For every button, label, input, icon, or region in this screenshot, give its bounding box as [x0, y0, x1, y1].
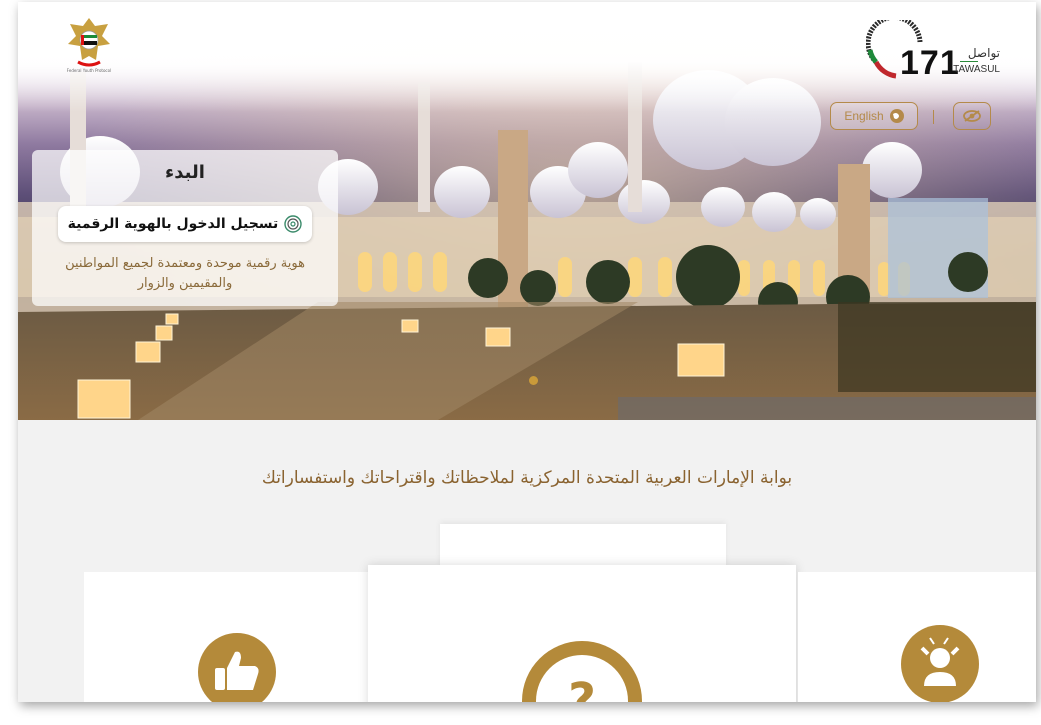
- logo-number: 171: [900, 44, 960, 82]
- uaepass-label: تسجيل الدخول بالهوية الرقمية: [67, 216, 279, 232]
- feedback-card-complaint[interactable]: [798, 572, 1036, 702]
- card-header-tab: [440, 524, 726, 570]
- accessibility-button[interactable]: [953, 102, 991, 130]
- emblem-caption: Federal Youth Protocol: [66, 68, 112, 73]
- header-separator: [933, 110, 934, 124]
- thumbs-up-icon: [198, 633, 276, 702]
- language-button[interactable]: English: [830, 102, 918, 130]
- svg-text:?: ?: [568, 673, 596, 702]
- tawasul-logo[interactable]: 171 تواصل TAWASUL: [866, 20, 1006, 82]
- globe-icon: [889, 109, 904, 123]
- fingerprint-icon: [284, 215, 303, 233]
- portal-headline: بوابة الإمارات العربية المتحدة المركزية …: [261, 468, 793, 488]
- page-frame: Federal Youth Protocol 171 تواصل TAWASUL…: [18, 2, 1036, 702]
- frustrated-person-icon: [901, 625, 979, 702]
- feedback-card-compliment[interactable]: [84, 572, 384, 702]
- start-title: البدء: [165, 162, 205, 183]
- logo-divider: [960, 61, 978, 62]
- carousel-dot[interactable]: [529, 376, 538, 385]
- feedback-card-inquiry[interactable]: ?: [368, 565, 796, 702]
- language-label: English: [844, 109, 884, 123]
- hero-banner: Federal Youth Protocol 171 تواصل TAWASUL…: [18, 2, 1036, 420]
- start-card: البدء تسجيل الدخول بالهوية الرقمية هوية …: [32, 150, 338, 306]
- uae-emblem-icon: [68, 18, 110, 67]
- question-mark-icon: ?: [522, 641, 642, 702]
- eye-slash-icon: [963, 110, 981, 122]
- logo-english: TAWASUL: [953, 64, 1000, 75]
- start-description: هوية رقمية موحدة ومعتمدة لجميع المواطنين…: [65, 256, 305, 291]
- logo-arabic: تواصل: [967, 46, 1000, 60]
- uaepass-login-button[interactable]: تسجيل الدخول بالهوية الرقمية: [58, 206, 312, 242]
